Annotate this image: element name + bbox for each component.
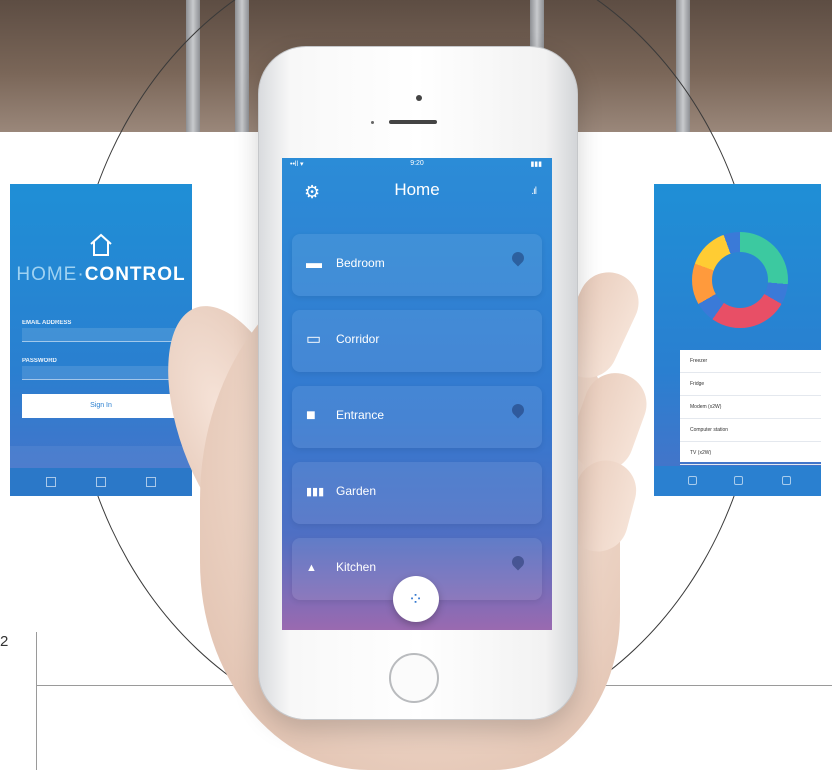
- brand-part-home: HOME: [16, 264, 78, 285]
- room-label: Bedroom: [336, 256, 385, 270]
- device-row[interactable]: Modem (x2W): [680, 396, 821, 419]
- device-name: Modem (x2W): [690, 404, 722, 410]
- energy-top-bar: [654, 184, 821, 220]
- password-label: PASSWORD: [22, 358, 57, 364]
- username-label: EMAIL ADDRESS: [22, 320, 72, 326]
- home-app-screen: ••ll ▾ 9:20 ▮▮▮ ⚙ Home .ıl ▬ Bedroom ▭ C…: [282, 158, 552, 630]
- login-screen-preview: HOME·CONTROL EMAIL ADDRESS PASSWORD Sign…: [10, 184, 192, 496]
- phone-speaker: [389, 120, 437, 124]
- house-logo-icon: [90, 233, 112, 256]
- tab-icon[interactable]: [146, 477, 156, 487]
- device-row[interactable]: Fridge: [680, 373, 821, 396]
- brand-part-control: CONTROL: [84, 264, 186, 285]
- room-card-bedroom[interactable]: ▬ Bedroom: [292, 234, 542, 296]
- status-time: 9:20: [410, 160, 424, 167]
- tab-icon[interactable]: [96, 477, 106, 487]
- location-pin-icon: [509, 401, 527, 419]
- phone-sensor: [371, 121, 374, 124]
- phone-home-button[interactable]: [389, 653, 439, 703]
- grid-dots-icon[interactable]: ⁘: [393, 576, 439, 622]
- tab-icon[interactable]: [734, 476, 743, 485]
- tab-icon[interactable]: [46, 477, 56, 487]
- room-label: Entrance: [336, 408, 385, 422]
- fence-icon: ▮▮▮: [306, 486, 325, 498]
- device-name: Freezer: [690, 358, 708, 364]
- energy-screen-preview: Freezer Fridge Modem (x2W) Computer stat…: [654, 184, 821, 496]
- brand-wordmark: HOME·CONTROL: [10, 264, 192, 286]
- username-field[interactable]: [22, 328, 180, 342]
- phone-camera: [416, 95, 422, 101]
- device-name: Computer station: [690, 427, 729, 433]
- status-bar: ••ll ▾ 9:20 ▮▮▮: [282, 160, 552, 172]
- battery-icon: ▮▮▮: [530, 161, 542, 168]
- location-pin-icon: [509, 553, 527, 571]
- tab-icon[interactable]: [688, 476, 697, 485]
- energy-donut-chart: [692, 232, 788, 328]
- kitchen-icon: ▲: [306, 562, 317, 574]
- page-title: Home: [394, 180, 440, 199]
- device-list: Freezer Fridge Modem (x2W) Computer stat…: [680, 350, 821, 465]
- room-label: Kitchen: [336, 560, 377, 574]
- device-row[interactable]: Freezer: [680, 350, 821, 373]
- login-tab-bar: [10, 468, 192, 496]
- room-label: Garden: [336, 484, 377, 498]
- bed-icon: ▬: [306, 255, 322, 272]
- room-card-entrance[interactable]: ■ Entrance: [292, 386, 542, 448]
- brand-separator: ·: [77, 264, 85, 285]
- bar-chart-icon[interactable]: .ıl: [531, 186, 537, 197]
- vertical-rule: [36, 632, 37, 770]
- page-number: 2: [0, 633, 9, 650]
- energy-tab-bar: [654, 466, 821, 496]
- device-row[interactable]: TV (x2W): [680, 442, 821, 465]
- device-name: Fridge: [690, 381, 705, 387]
- login-footer: [10, 446, 192, 468]
- device-row[interactable]: Computer station: [680, 419, 821, 442]
- tab-icon[interactable]: [782, 476, 791, 485]
- room-label: Corridor: [336, 332, 380, 346]
- sign-in-button[interactable]: Sign In: [22, 394, 180, 418]
- monitor-icon: ▭: [306, 331, 322, 348]
- room-card-corridor[interactable]: ▭ Corridor: [292, 310, 542, 372]
- location-pin-icon: [509, 249, 527, 267]
- room-card-garden[interactable]: ▮▮▮ Garden: [292, 462, 542, 524]
- door-icon: ■: [306, 407, 316, 424]
- device-name: TV (x2W): [690, 450, 712, 456]
- password-field[interactable]: [22, 366, 180, 380]
